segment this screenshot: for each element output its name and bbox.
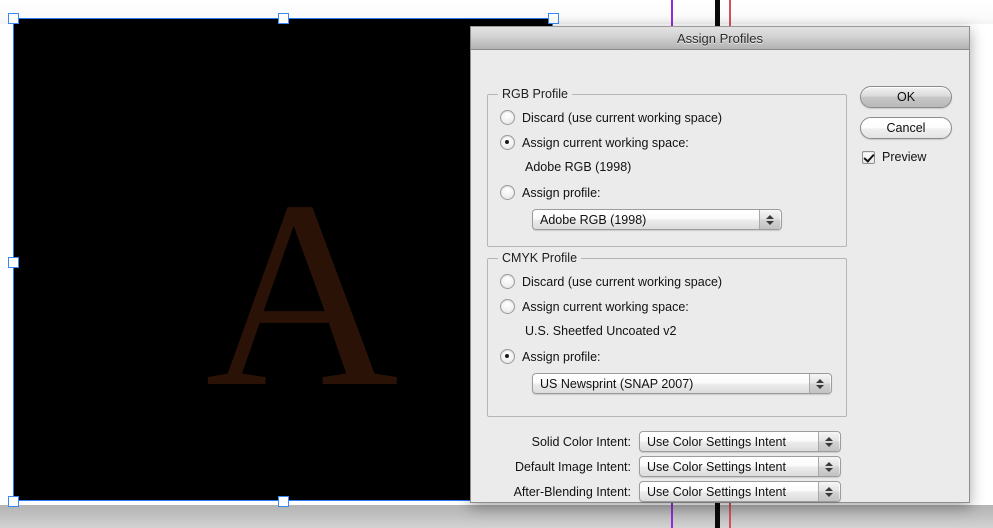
rgb-working-space-value: Adobe RGB (1998) — [525, 160, 631, 174]
radio-icon[interactable] — [500, 299, 515, 314]
cmyk-working-space-value: U.S. Sheetfed Uncoated v2 — [525, 324, 676, 338]
after-blending-intent-row: After-Blending Intent: Use Color Setting… — [481, 481, 841, 502]
after-blending-intent-select[interactable]: Use Color Settings Intent — [639, 481, 841, 502]
cancel-button-label: Cancel — [886, 121, 926, 135]
solid-color-intent-select[interactable]: Use Color Settings Intent — [639, 431, 841, 452]
chevron-down-icon — [825, 492, 833, 497]
preview-checkbox-row[interactable]: Preview — [862, 150, 926, 164]
cmyk-profile-select[interactable]: US Newsprint (SNAP 2007) — [532, 373, 832, 394]
solid-color-intent-row: Solid Color Intent: Use Color Settings I… — [481, 431, 841, 452]
cmyk-option-discard-label: Discard (use current working space) — [522, 274, 723, 289]
dialog-title: Assign Profiles — [677, 30, 763, 46]
rgb-option-discard[interactable]: Discard (use current working space) — [500, 110, 722, 125]
chevron-up-icon — [816, 378, 824, 383]
cmyk-option-discard[interactable]: Discard (use current working space) — [500, 274, 722, 289]
ok-button[interactable]: OK — [860, 86, 952, 108]
cmyk-profile-group: CMYK Profile Discard (use current workin… — [487, 251, 847, 417]
rgb-profile-group-title: RGB Profile — [498, 87, 572, 101]
radio-icon[interactable] — [500, 274, 515, 289]
dialog-body: RGB Profile Discard (use current working… — [471, 50, 969, 502]
assign-profiles-dialog: Assign Profiles RGB Profile Discard (use… — [470, 26, 970, 503]
default-image-intent-row: Default Image Intent: Use Color Settings… — [481, 456, 841, 477]
chevron-updown-icon[interactable] — [809, 374, 830, 393]
solid-color-intent-label: Solid Color Intent: — [531, 434, 631, 449]
solid-color-intent-value: Use Color Settings Intent — [647, 434, 786, 449]
default-image-intent-select[interactable]: Use Color Settings Intent — [639, 456, 841, 477]
cmyk-option-assign-profile[interactable]: Assign profile: — [500, 349, 601, 364]
cmyk-profile-group-title: CMYK Profile — [498, 251, 582, 265]
chevron-up-icon — [825, 461, 833, 466]
radio-icon[interactable] — [500, 110, 515, 125]
rgb-profile-select-value: Adobe RGB (1998) — [540, 212, 647, 227]
rgb-profile-group: RGB Profile Discard (use current working… — [487, 87, 847, 247]
cmyk-option-assign-profile-label: Assign profile: — [522, 349, 601, 364]
rgb-option-assign-profile[interactable]: Assign profile: — [500, 185, 601, 200]
radio-icon[interactable] — [500, 185, 515, 200]
chevron-down-icon — [816, 384, 824, 389]
ok-button-label: OK — [896, 90, 916, 104]
after-blending-intent-value: Use Color Settings Intent — [647, 484, 786, 499]
dialog-titlebar[interactable]: Assign Profiles — [471, 26, 969, 50]
artwork-letter-a[interactable]: A — [182, 160, 422, 428]
chevron-updown-icon[interactable] — [818, 432, 839, 451]
chevron-up-icon — [825, 436, 833, 441]
canvas-bottom-shade — [0, 505, 993, 528]
radio-icon[interactable] — [500, 135, 515, 150]
rgb-option-assign-working-space[interactable]: Assign current working space: — [500, 135, 689, 150]
rgb-working-space-value-text: Adobe RGB (1998) — [525, 160, 632, 174]
after-blending-intent-label: After-Blending Intent: — [513, 484, 631, 499]
default-image-intent-value: Use Color Settings Intent — [647, 459, 786, 474]
rgb-profile-select[interactable]: Adobe RGB (1998) — [532, 209, 782, 230]
preview-label: Preview — [882, 150, 927, 164]
cmyk-option-assign-working-space-label: Assign current working space: — [522, 299, 689, 314]
cmyk-option-assign-working-space[interactable]: Assign current working space: — [500, 299, 689, 314]
rgb-option-discard-label: Discard (use current working space) — [522, 110, 723, 125]
chevron-up-icon — [766, 214, 774, 219]
rgb-option-assign-profile-label: Assign profile: — [522, 185, 601, 200]
cmyk-profile-select-value: US Newsprint (SNAP 2007) — [540, 376, 694, 391]
checkbox-icon[interactable] — [862, 150, 875, 164]
chevron-down-icon — [766, 220, 774, 225]
cmyk-working-space-value-text: U.S. Sheetfed Uncoated v2 — [525, 324, 677, 338]
rgb-option-assign-working-space-label: Assign current working space: — [522, 135, 689, 150]
chevron-updown-icon[interactable] — [818, 482, 839, 501]
chevron-updown-icon[interactable] — [759, 210, 780, 229]
radio-icon[interactable] — [500, 349, 515, 364]
chevron-up-icon — [825, 486, 833, 491]
chevron-down-icon — [825, 467, 833, 472]
chevron-updown-icon[interactable] — [818, 457, 839, 476]
cancel-button[interactable]: Cancel — [860, 117, 952, 139]
default-image-intent-label: Default Image Intent: — [514, 459, 631, 474]
chevron-down-icon — [825, 442, 833, 447]
